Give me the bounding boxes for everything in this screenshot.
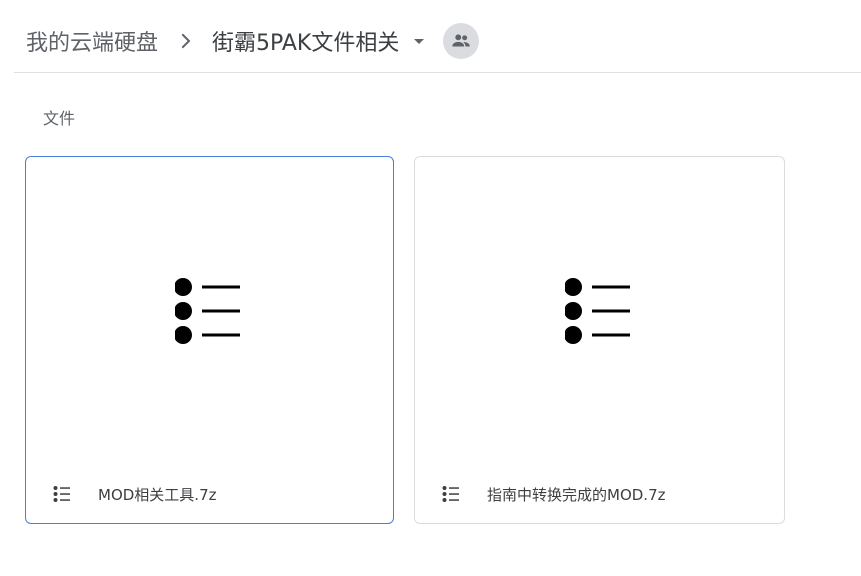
file-preview <box>415 157 784 467</box>
header: 我的云端硬盘 街霸5PAK文件相关 <box>0 0 861 72</box>
caret-down-icon[interactable] <box>407 29 431 53</box>
shared-folder-people-icon[interactable] <box>443 23 480 59</box>
file-card-footer: MOD相关工具.7z <box>26 465 393 523</box>
file-preview <box>26 157 393 467</box>
list-file-icon <box>52 484 72 504</box>
list-file-icon <box>441 484 461 504</box>
file-card[interactable]: MOD相关工具.7z <box>25 156 394 524</box>
files-section-title: 文件 <box>43 109 76 128</box>
breadcrumb: 我的云端硬盘 街霸5PAK文件相关 <box>26 22 480 60</box>
breadcrumb-current-folder[interactable]: 街霸5PAK文件相关 <box>212 25 431 57</box>
breadcrumb-root-my-drive[interactable]: 我的云端硬盘 <box>26 25 158 57</box>
file-card-footer: 指南中转换完成的MOD.7z <box>415 465 784 523</box>
header-divider <box>14 72 861 73</box>
list-file-large-icon <box>564 278 630 344</box>
current-folder-label: 街霸5PAK文件相关 <box>212 31 400 56</box>
file-name: MOD相关工具.7z <box>98 485 217 504</box>
chevron-right-icon <box>174 29 198 53</box>
file-name: 指南中转换完成的MOD.7z <box>487 485 666 504</box>
list-file-large-icon <box>174 278 240 344</box>
file-card[interactable]: 指南中转换完成的MOD.7z <box>414 156 785 524</box>
